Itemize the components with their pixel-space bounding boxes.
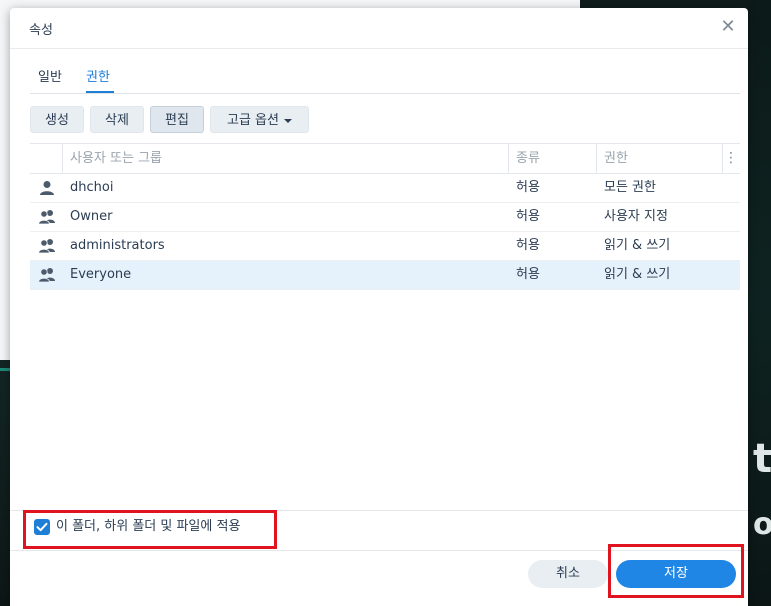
column-header-user-or-group[interactable]: 사용자 또는 그룹 bbox=[70, 144, 162, 173]
row-user-name: administrators bbox=[70, 238, 165, 253]
properties-dialog: 속성 ✕ 일반 권한 생성 삭제 편집 고급 옵션 사용자 또는 그룹 종류 권… bbox=[10, 8, 748, 606]
row-user-name: dhchoi bbox=[70, 180, 114, 195]
table-row[interactable]: Everyone 허용 읽기 & 쓰기 bbox=[30, 261, 740, 290]
apply-to-subfolders-checkbox[interactable] bbox=[34, 519, 50, 535]
group-icon bbox=[38, 210, 55, 225]
active-tab-indicator bbox=[86, 91, 114, 93]
delete-button[interactable]: 삭제 bbox=[90, 106, 144, 133]
permission-table: 사용자 또는 그룹 종류 권한 ⋮ dhchoi 허용 모든 권한 Owner … bbox=[30, 143, 740, 290]
chevron-down-icon bbox=[283, 118, 292, 123]
table-row[interactable]: administrators 허용 읽기 & 쓰기 bbox=[30, 232, 740, 261]
advanced-options-label: 고급 옵션 bbox=[227, 113, 279, 128]
group-icon bbox=[38, 239, 55, 254]
row-type: 허용 bbox=[516, 180, 540, 195]
edit-button-label: 편집 bbox=[165, 113, 189, 128]
tab-permissions[interactable]: 권한 bbox=[86, 66, 110, 85]
apply-to-subfolders-label[interactable]: 이 폴더, 하위 폴더 및 파일에 적용 bbox=[56, 519, 240, 535]
user-icon bbox=[40, 181, 54, 195]
dialog-title: 속성 bbox=[29, 23, 53, 38]
group-icon bbox=[38, 268, 55, 283]
divider bbox=[10, 510, 748, 511]
edit-button[interactable]: 편집 bbox=[150, 106, 204, 133]
row-user-name: Everyone bbox=[70, 267, 132, 282]
row-permission: 모든 권한 bbox=[604, 180, 656, 195]
row-permission: 사용자 지정 bbox=[604, 209, 668, 224]
divider bbox=[10, 550, 748, 551]
table-header: 사용자 또는 그룹 종류 권한 ⋮ bbox=[30, 143, 740, 174]
checkmark-icon bbox=[36, 522, 48, 532]
row-permission: 읽기 & 쓰기 bbox=[604, 238, 671, 253]
cancel-button[interactable]: 취소 bbox=[528, 560, 608, 588]
close-icon[interactable]: ✕ bbox=[718, 17, 738, 37]
column-divider bbox=[508, 144, 509, 173]
column-divider bbox=[62, 144, 63, 173]
column-divider bbox=[722, 144, 723, 173]
row-type: 허용 bbox=[516, 238, 540, 253]
row-user-name: Owner bbox=[70, 209, 113, 224]
save-button[interactable]: 저장 bbox=[616, 560, 736, 588]
row-permission: 읽기 & 쓰기 bbox=[604, 267, 671, 282]
dialog-titlebar: 속성 ✕ bbox=[10, 8, 748, 49]
create-button[interactable]: 생성 bbox=[30, 106, 84, 133]
background-glyph: t bbox=[753, 436, 771, 482]
tab-bar: 일반 권한 bbox=[30, 60, 740, 94]
table-row[interactable]: dhchoi 허용 모든 권한 bbox=[30, 174, 740, 203]
column-header-permission[interactable]: 권한 bbox=[604, 144, 628, 173]
tab-general[interactable]: 일반 bbox=[38, 66, 62, 85]
row-type: 허용 bbox=[516, 267, 540, 282]
table-row[interactable]: Owner 허용 사용자 지정 bbox=[30, 203, 740, 232]
column-divider bbox=[596, 144, 597, 173]
background-glyph: o bbox=[753, 507, 771, 542]
row-type: 허용 bbox=[516, 209, 540, 224]
column-menu-icon[interactable]: ⋮ bbox=[724, 144, 738, 173]
advanced-options-button[interactable]: 고급 옵션 bbox=[210, 106, 309, 133]
column-header-type[interactable]: 종류 bbox=[516, 144, 540, 173]
